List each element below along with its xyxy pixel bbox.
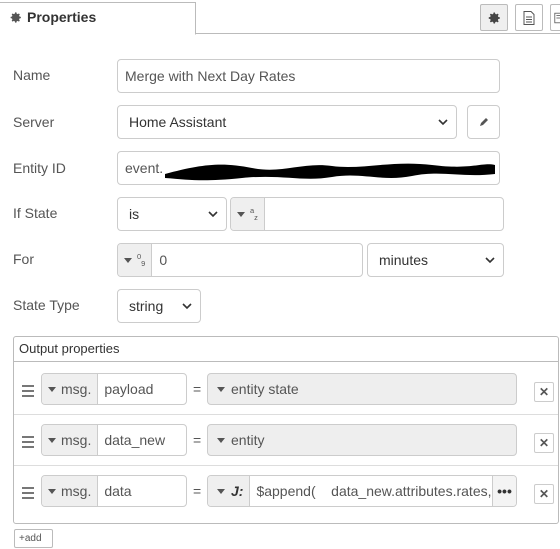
triangle-down-icon — [48, 488, 56, 494]
delete-button[interactable]: ✕ — [534, 433, 554, 453]
add-label: add — [24, 533, 42, 544]
if-state-label: If State — [13, 205, 58, 221]
msg-type-selector[interactable]: msg. — [42, 476, 99, 506]
ellipsis-icon: ••• — [497, 483, 512, 499]
msg-prefix: msg. — [61, 483, 92, 499]
value-type: entity state — [231, 381, 299, 397]
delete-button[interactable]: ✕ — [534, 382, 554, 402]
if-state-operator-select[interactable]: is — [117, 197, 227, 231]
close-icon: ✕ — [538, 385, 550, 399]
for-value-field[interactable]: 09 0 — [117, 243, 363, 277]
if-state-value-field[interactable]: az — [230, 197, 504, 231]
entity-id-label: Entity ID — [13, 160, 66, 176]
value-type: entity — [231, 432, 265, 448]
equals-sign: = — [193, 483, 202, 499]
state-type-label: State Type — [13, 297, 80, 313]
jsonata-value-field[interactable]: J: $append( data_new.attributes.rates, •… — [207, 475, 517, 507]
property-name: data_new — [104, 432, 166, 448]
expression-value: $append( data_new.attributes.rates, — [256, 483, 492, 499]
settings-button[interactable] — [480, 4, 508, 31]
gear-icon — [10, 12, 21, 23]
delete-button[interactable]: ✕ — [534, 484, 554, 504]
add-button[interactable]: +add — [14, 529, 53, 548]
document-icon — [523, 10, 535, 25]
equals-sign: = — [193, 432, 202, 448]
msg-prefix: msg. — [61, 432, 92, 448]
chevron-down-icon — [438, 119, 448, 126]
state-type-select[interactable]: string — [117, 289, 201, 323]
expand-editor-button[interactable]: ••• — [492, 476, 516, 506]
appearance-button[interactable] — [550, 4, 560, 31]
server-label: Server — [13, 114, 55, 130]
redaction-scribble — [165, 163, 495, 181]
triangle-down-icon — [237, 211, 245, 217]
property-field[interactable]: msg. payload — [41, 373, 187, 405]
chevron-down-icon — [182, 303, 192, 310]
name-label: Name — [13, 67, 51, 83]
name-value: Merge with Next Day Rates — [125, 68, 296, 84]
az-icon: az — [250, 206, 258, 222]
equals-sign: = — [193, 381, 202, 397]
tab-properties[interactable]: Properties — [0, 2, 196, 35]
drag-handle-icon[interactable] — [22, 385, 34, 400]
09-icon: 09 — [137, 252, 146, 268]
description-button[interactable] — [515, 4, 543, 31]
jsonata-icon: J: — [231, 483, 244, 499]
close-icon: ✕ — [538, 436, 550, 450]
drag-handle-icon[interactable] — [22, 436, 34, 451]
edit-server-button[interactable] — [467, 105, 500, 139]
entity-id-field[interactable]: event. — [117, 151, 500, 185]
string-type-selector[interactable]: az — [231, 198, 265, 230]
list-item: msg. payload = entity state ✕ — [14, 364, 558, 415]
for-label: For — [13, 251, 34, 267]
gear-icon — [488, 11, 500, 24]
list-item: msg. data = J: $append( data_new.attribu… — [14, 466, 558, 517]
server-value: Home Assistant — [129, 114, 227, 130]
property-field[interactable]: msg. data_new — [41, 424, 187, 456]
for-unit-select[interactable]: minutes — [367, 243, 504, 277]
msg-prefix: msg. — [61, 381, 92, 397]
for-value: 0 — [159, 252, 168, 268]
close-icon: ✕ — [538, 487, 550, 501]
property-field[interactable]: msg. data — [41, 475, 187, 507]
tab-title: Properties — [27, 9, 97, 25]
triangle-down-icon — [217, 386, 225, 392]
chevron-down-icon — [208, 211, 218, 218]
output-properties-panel: Output properties msg. payload = entity … — [13, 336, 559, 524]
chevron-down-icon — [485, 257, 495, 264]
state-type-value: string — [129, 298, 164, 314]
triangle-down-icon — [48, 437, 56, 443]
triangle-down-icon — [217, 488, 225, 494]
entity-id-value: event. — [125, 160, 164, 176]
property-name: payload — [104, 381, 154, 397]
if-state-operator-value: is — [129, 206, 140, 222]
triangle-down-icon — [48, 386, 56, 392]
value-field[interactable]: entity — [207, 424, 517, 456]
value-field[interactable]: entity state — [207, 373, 517, 405]
name-field[interactable]: Merge with Next Day Rates — [117, 59, 500, 93]
drag-handle-icon[interactable] — [22, 487, 34, 502]
property-name: data — [104, 483, 132, 499]
list-item: msg. data_new = entity ✕ — [14, 415, 558, 466]
number-type-selector[interactable]: 09 — [118, 244, 153, 276]
jsonata-type-selector[interactable]: J: — [208, 476, 251, 506]
triangle-down-icon — [124, 257, 132, 263]
pencil-icon — [479, 118, 488, 126]
book-icon — [554, 12, 560, 23]
msg-type-selector[interactable]: msg. — [42, 425, 99, 455]
output-properties-title: Output properties — [14, 337, 558, 362]
triangle-down-icon — [217, 437, 225, 443]
server-select[interactable]: Home Assistant — [117, 105, 457, 139]
msg-type-selector[interactable]: msg. — [42, 374, 99, 404]
for-unit-value: minutes — [379, 252, 429, 268]
